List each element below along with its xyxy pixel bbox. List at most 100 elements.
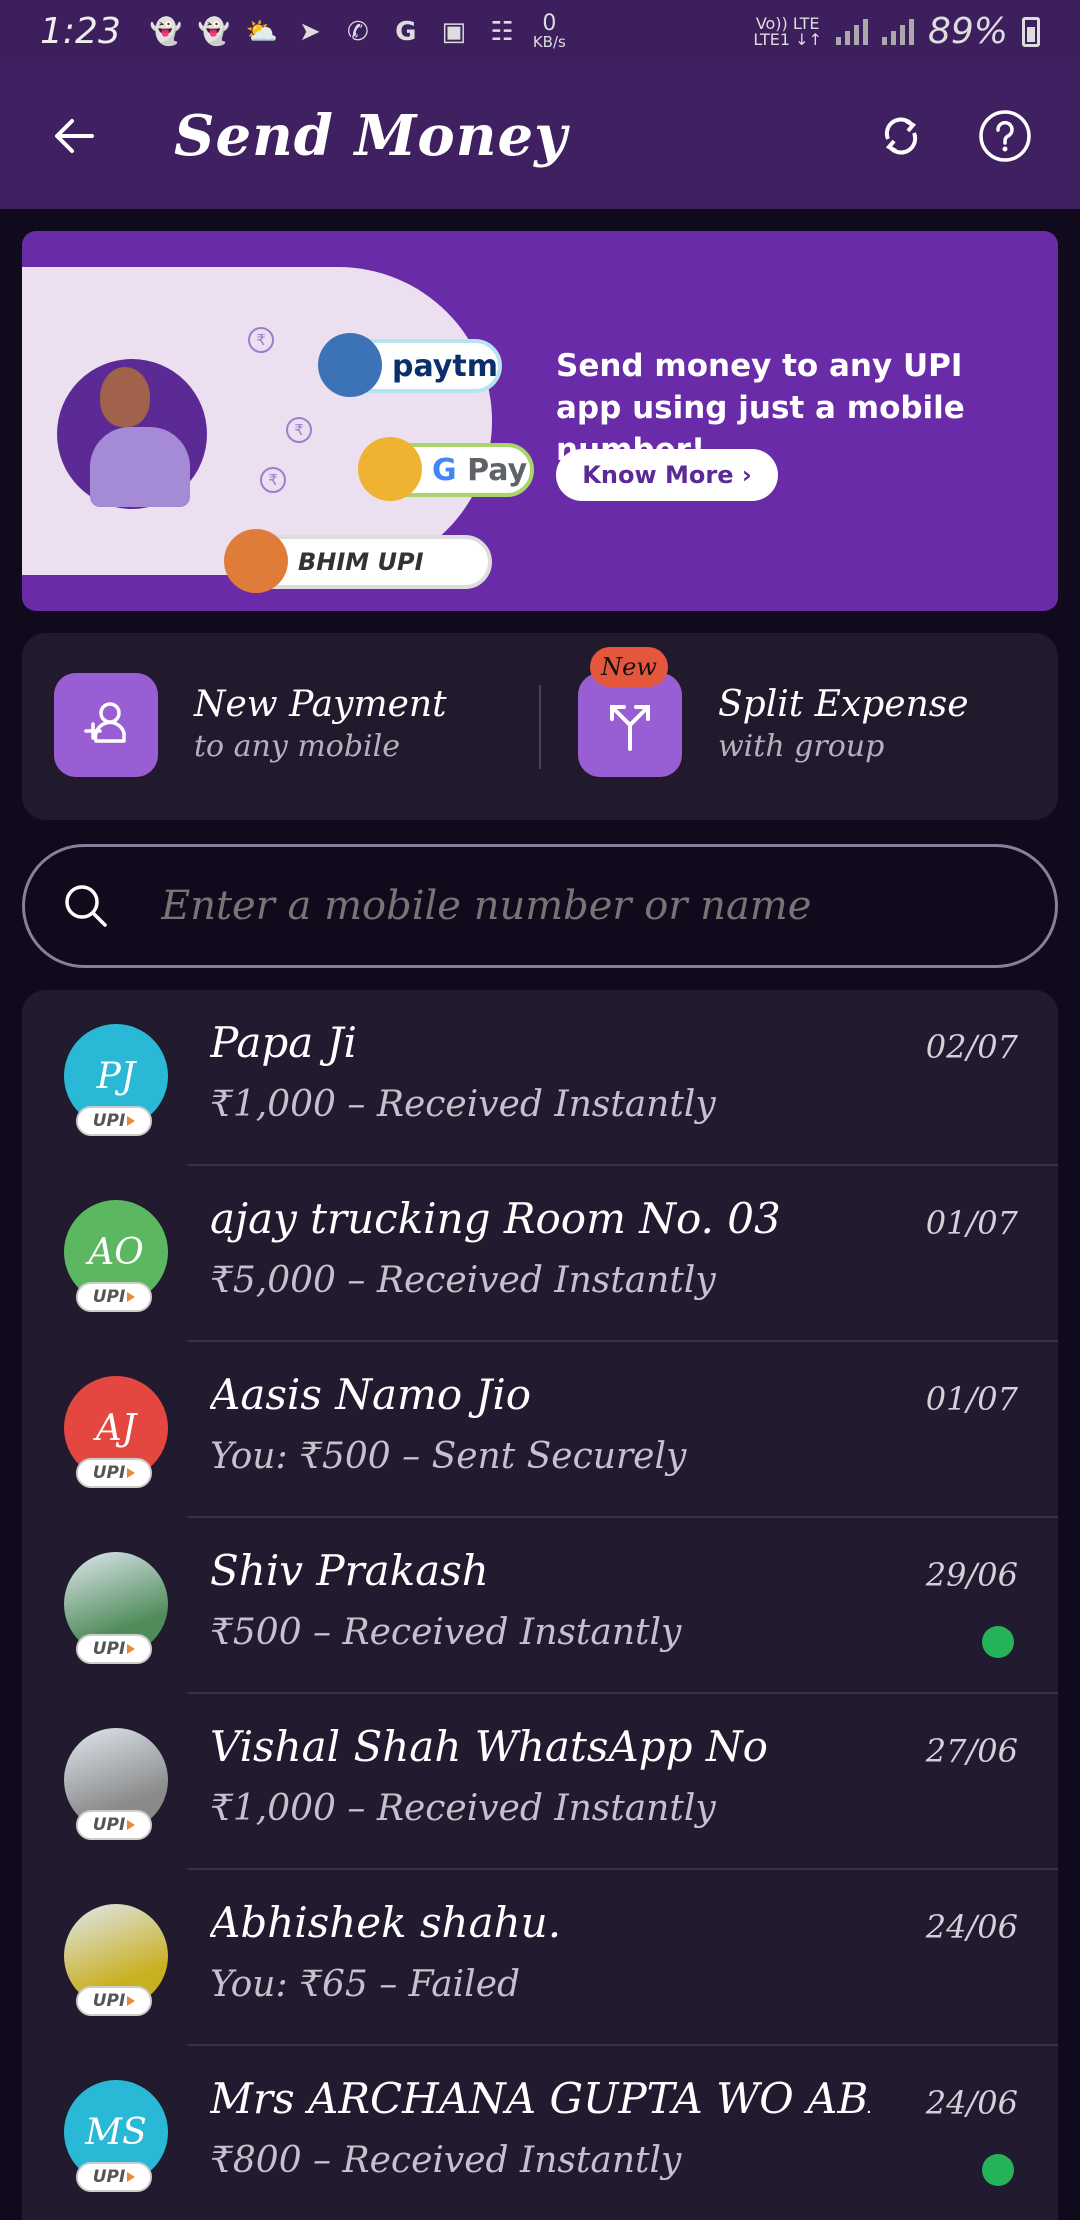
- upi-badge: UPI: [76, 1810, 152, 1840]
- paytm-logo: paytm: [318, 333, 502, 397]
- search-bar[interactable]: [22, 844, 1058, 968]
- split-icon: New: [578, 647, 682, 777]
- new-payment-text: New Payment to any mobile: [194, 683, 447, 767]
- battery-icon: [1022, 16, 1040, 47]
- contact-row[interactable]: UPI Shiv Prakash ₹500 – Received Instantly…: [22, 1518, 1058, 1694]
- know-more-button[interactable]: Know More ›: [556, 449, 778, 501]
- contact-name: Aasis Namo Jio: [210, 1370, 532, 1419]
- search-icon: [61, 881, 111, 931]
- avatar-initials: MS: [85, 2111, 147, 2153]
- recent-contacts-list: PJ UPI Papa Ji ₹1,000 – Received Instantly 0…: [22, 990, 1058, 2220]
- status-time: 1:23: [40, 11, 121, 52]
- divider: [539, 685, 541, 769]
- avatar: [358, 437, 422, 501]
- avatar: [318, 333, 382, 397]
- app-bar-actions: [872, 107, 1034, 165]
- search-input[interactable]: [161, 883, 981, 929]
- contact-name: Vishal Shah WhatsApp No: [210, 1722, 768, 1771]
- contact-row[interactable]: AJ UPI Aasis Namo Jio You: ₹500 – Sent Secu…: [22, 1342, 1058, 1518]
- upi-badge: UPI: [76, 1282, 152, 1312]
- notification-icons: 👻 👻 ⛅ ➤ ✆ G ▣ ☷ 0 KB/s: [149, 13, 566, 50]
- help-button[interactable]: [976, 107, 1034, 165]
- unread-indicator: [982, 1626, 1014, 1658]
- upi-badge: UPI: [76, 2162, 152, 2192]
- upi-arrow-icon: [127, 2172, 136, 2182]
- unread-indicator: [982, 2154, 1014, 2186]
- network-bottom: LTE1 ↓↑: [753, 29, 822, 49]
- avatar-initials: AO: [88, 1231, 144, 1273]
- wifi-icon: ☷: [490, 16, 514, 47]
- transaction-date: 01/07: [925, 1380, 1018, 1418]
- transaction-date: 24/06: [925, 1908, 1018, 1946]
- transaction-date: 02/07: [925, 1028, 1018, 1066]
- upi-label: UPI: [92, 1287, 126, 1307]
- signal-icon: [835, 18, 868, 45]
- person-head: [100, 367, 150, 427]
- contact-row[interactable]: PJ UPI Papa Ji ₹1,000 – Received Instantly 0…: [22, 990, 1058, 1166]
- google-g-icon: G: [432, 452, 468, 488]
- avatar-initials: PJ: [96, 1055, 136, 1097]
- refresh-icon: [884, 117, 918, 155]
- weather-icon: ⛅: [245, 16, 279, 47]
- upi-badge: UPI: [76, 1634, 152, 1664]
- snapchat-icon: 👻: [149, 16, 183, 47]
- upi-label: UPI: [92, 1991, 126, 2011]
- transaction-date: 24/06: [925, 2084, 1018, 2122]
- new-payment-subtitle: to any mobile: [194, 729, 401, 764]
- transaction-date: 27/06: [925, 1732, 1018, 1770]
- transaction-detail: ₹1,000 – Received Instantly: [210, 1788, 716, 1829]
- gpay-label: Pay: [467, 452, 528, 488]
- person-body: [90, 427, 190, 507]
- upi-arrow-icon: [127, 1468, 136, 1478]
- whatsapp-icon: ✆: [346, 16, 369, 47]
- new-badge: New: [590, 647, 668, 687]
- status-right: Vo)) LTE LTE1 ↓↑ 89%: [753, 11, 1040, 52]
- upi-arrow-icon: [127, 1116, 136, 1126]
- new-payment-title: New Payment: [194, 684, 447, 725]
- bhim-upi-logo: BHIM UPI: [224, 529, 492, 593]
- net-speed-value: 0: [542, 11, 557, 36]
- arrow-left-icon: [55, 119, 94, 153]
- back-button[interactable]: [44, 106, 104, 166]
- transaction-detail: You: ₹65 – Failed: [210, 1964, 521, 2005]
- help-icon: [979, 110, 1031, 162]
- upi-badge: UPI: [76, 1106, 152, 1136]
- split-expense-text: Split Expense with group: [718, 683, 969, 767]
- bhim-label: BHIM UPI: [298, 548, 424, 576]
- telegram-icon: ➤: [298, 16, 321, 47]
- transaction-detail: ₹5,000 – Received Instantly: [210, 1260, 716, 1301]
- upi-arrow-icon: [127, 1292, 136, 1302]
- transaction-detail: ₹800 – Received Instantly: [210, 2140, 682, 2181]
- paytm-label: paytm: [392, 348, 498, 384]
- upi-label: UPI: [92, 1815, 126, 1835]
- transaction-date: 29/06: [925, 1556, 1018, 1594]
- upi-badge: UPI: [76, 1458, 152, 1488]
- rupee-icon: ₹: [248, 327, 274, 353]
- banner-illustration: ₹ ₹ ₹ paytm G Pay BHIM UPI: [22, 267, 534, 593]
- page-title: Send Money: [174, 103, 568, 169]
- refresh-button[interactable]: [872, 107, 930, 165]
- network-type: Vo)) LTE LTE1 ↓↑: [753, 15, 822, 49]
- split-expense-action[interactable]: New Split Expense with group: [578, 647, 969, 777]
- contact-row[interactable]: MS UPI Mrs ARCHANA GUPTA WO ABHI... ₹800 – …: [22, 2046, 1058, 2220]
- net-speed-unit: KB/s: [532, 33, 566, 51]
- avatar-initials: AJ: [95, 1407, 137, 1449]
- google-icon: G: [395, 16, 417, 47]
- transaction-detail: You: ₹500 – Sent Securely: [210, 1436, 687, 1477]
- contact-row[interactable]: AO UPI ajay trucking Room No. 03 ₹5,000 – R…: [22, 1166, 1058, 1342]
- promo-banner[interactable]: ₹ ₹ ₹ paytm G Pay BHIM UPI Send money to…: [22, 231, 1058, 611]
- new-payment-action[interactable]: New Payment to any mobile: [54, 673, 447, 777]
- upi-arrow-icon: [127, 1996, 136, 2006]
- upi-label: UPI: [92, 1111, 126, 1131]
- contact-name: Mrs ARCHANA GUPTA WO ABHI...: [210, 2074, 870, 2123]
- add-contact-icon: [54, 673, 158, 777]
- rupee-icon: ₹: [286, 417, 312, 443]
- contact-row[interactable]: UPI Abhishek shahu. You: ₹65 – Failed 24/06: [22, 1870, 1058, 2046]
- snapchat-icon: 👻: [197, 16, 231, 47]
- gpay-logo: G Pay: [358, 437, 534, 501]
- contact-row[interactable]: UPI Vishal Shah WhatsApp No ₹1,000 – Recei…: [22, 1694, 1058, 1870]
- upi-arrow-icon: [127, 1644, 136, 1654]
- transaction-detail: ₹1,000 – Received Instantly: [210, 1084, 716, 1125]
- quick-actions: New Payment to any mobile New Split Expe…: [22, 633, 1058, 820]
- upi-label: UPI: [92, 1463, 126, 1483]
